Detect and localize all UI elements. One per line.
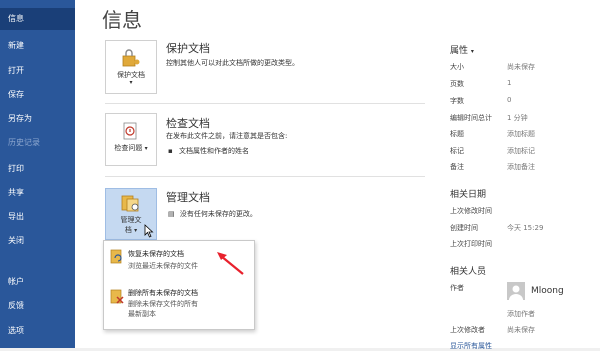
properties-header-label: 属性 xyxy=(450,46,469,56)
chevron-down-icon: ▾ xyxy=(470,48,474,55)
manage-document-title: 管理文档 xyxy=(166,191,210,204)
sidebar-item-export[interactable]: 导出 xyxy=(0,206,75,228)
delete-unsaved-subtitle: 删除未保存文件的所有 xyxy=(128,300,198,308)
prop-label-last-printed: 上次打印时间 xyxy=(450,240,492,248)
recover-unsaved-subtitle: 浏览最近未保存的文件 xyxy=(128,262,198,270)
delete-unsaved-title: 删除所有未保存的文档 xyxy=(128,289,198,297)
manage-document-icon xyxy=(121,195,139,212)
divider xyxy=(105,103,425,104)
prop-value-last-modified-by: 尚未保存 xyxy=(507,326,535,334)
prop-label-comments: 备注 xyxy=(450,163,464,171)
lock-key-icon xyxy=(122,49,140,67)
prop-label-tags: 标记 xyxy=(450,147,464,155)
protect-document-desc: 控制其他人可以对此文档所做的更改类型。 xyxy=(166,59,299,67)
add-tags-field[interactable]: 添加标记 xyxy=(507,146,535,156)
mouse-cursor-icon xyxy=(144,224,154,238)
manage-document-button-label-2: 档 xyxy=(124,226,132,234)
prop-label-size: 大小 xyxy=(450,63,464,71)
divider xyxy=(105,176,425,177)
sidebar-item-history: 历史记录 xyxy=(8,138,40,147)
inspect-bullet: ▪ 文档属性和作者的姓名 xyxy=(168,146,249,156)
delete-unsaved-subtitle-2: 最新副本 xyxy=(128,310,156,318)
delete-unsaved-documents-item[interactable]: 删除所有未保存的文档 删除未保存文件的所有 最新副本 xyxy=(104,285,252,323)
manage-document-desc: ▤ 没有任何未保存的更改。 xyxy=(168,209,257,219)
delete-document-icon xyxy=(110,289,124,304)
author-name[interactable]: Mloong xyxy=(531,286,564,296)
inspect-document-title: 检查文档 xyxy=(166,117,210,130)
sidebar-item-account[interactable]: 帐户 xyxy=(0,271,75,293)
manage-document-desc-text: 没有任何未保存的更改。 xyxy=(179,210,257,218)
prop-value-words: 0 xyxy=(507,96,512,104)
prop-label-title: 标题 xyxy=(450,130,464,138)
backstage-sidebar: 信息 新建 打开 保存 另存为 历史记录 打印 共享 导出 关闭 帐户 反馈 选… xyxy=(0,0,75,348)
chevron-down-icon: ▾ xyxy=(144,145,148,152)
avatar xyxy=(507,282,525,300)
inspect-bullet-text: 文档属性和作者的姓名 xyxy=(178,147,249,155)
page-title: 信息 xyxy=(102,8,142,32)
protect-document-button[interactable]: 保护文档 ▾ xyxy=(105,40,157,94)
prop-value-edit-time: 1 分钟 xyxy=(507,114,528,122)
sidebar-item-save[interactable]: 保存 xyxy=(0,84,75,106)
prop-label-last-modified-by: 上次修改者 xyxy=(450,326,485,334)
person-icon xyxy=(509,285,523,300)
related-dates-header: 相关日期 xyxy=(450,190,487,200)
add-title-field[interactable]: 添加标题 xyxy=(507,129,535,139)
protect-document-button-label: 保护文档 xyxy=(117,71,145,79)
prop-value-size: 尚未保存 xyxy=(507,63,535,71)
prop-label-words: 字数 xyxy=(450,97,464,105)
prop-label-last-modified: 上次修改时间 xyxy=(450,207,492,215)
inspect-document-icon xyxy=(123,122,137,140)
recover-document-icon xyxy=(110,249,122,264)
sidebar-item-info[interactable]: 信息 xyxy=(0,8,75,30)
prop-value-pages: 1 xyxy=(507,79,512,87)
add-comments-field[interactable]: 添加备注 xyxy=(507,162,535,172)
sidebar-item-new[interactable]: 新建 xyxy=(0,35,75,57)
add-author-link[interactable]: 添加作者 xyxy=(507,309,535,319)
related-people-header: 相关人员 xyxy=(450,267,487,277)
sidebar-item-close[interactable]: 关闭 xyxy=(0,230,75,252)
sidebar-item-feedback[interactable]: 反馈 xyxy=(0,295,75,317)
info-panel: 信息 保护文档 ▾ 保护文档 控制其他人可以对此文档所做的更改类型。 检查问题 … xyxy=(75,0,600,351)
chevron-down-icon: ▾ xyxy=(129,79,133,86)
chevron-down-icon: ▾ xyxy=(134,227,138,234)
check-issues-button-label: 检查问题 xyxy=(114,144,143,152)
properties-header[interactable]: 属性 ▾ xyxy=(450,43,474,56)
prop-value-created: 今天 15:29 xyxy=(507,224,544,232)
inspect-document-desc: 在发布此文件之前，请注意其是否包含: xyxy=(166,132,288,140)
prop-label-author: 作者 xyxy=(450,284,464,292)
prop-label-pages: 页数 xyxy=(450,80,464,88)
prop-label-edit-time: 编辑时间总计 xyxy=(450,114,492,122)
document-small-icon: ▤ xyxy=(168,210,175,218)
sidebar-item-options[interactable]: 选项 xyxy=(0,320,75,342)
show-all-properties-link[interactable]: 显示所有属性 xyxy=(450,341,492,351)
sidebar-item-open[interactable]: 打开 xyxy=(0,60,75,82)
sidebar-item-print[interactable]: 打印 xyxy=(0,158,75,180)
sidebar-item-save-as[interactable]: 另存为 xyxy=(0,108,75,130)
recover-unsaved-title: 恢复未保存的文档 xyxy=(128,250,184,258)
bullet-icon: ▪ xyxy=(168,147,173,155)
prop-label-created: 创建时间 xyxy=(450,224,478,232)
check-issues-button[interactable]: 检查问题 ▾ xyxy=(105,113,157,166)
sidebar-item-share[interactable]: 共享 xyxy=(0,182,75,204)
protect-document-title: 保护文档 xyxy=(166,42,210,55)
annotation-arrow xyxy=(217,252,244,275)
properties-panel: 属性 ▾ 大小 尚未保存 页数 1 字数 0 编辑时间总计 1 分钟 标题 添加… xyxy=(450,0,600,351)
